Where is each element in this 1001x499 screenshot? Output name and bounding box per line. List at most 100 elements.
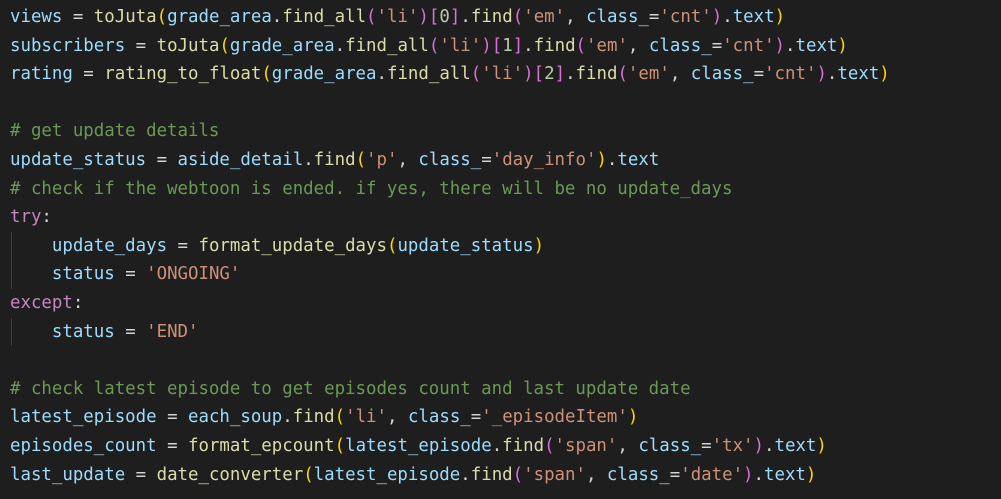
code-token: ( — [386, 235, 398, 256]
code-token: date_converter — [156, 464, 304, 485]
code-token: . — [303, 149, 314, 170]
code-token: 'cnt' — [764, 64, 817, 85]
code-token: , — [627, 35, 649, 56]
code-token: ( — [261, 64, 272, 85]
code-token: views — [10, 7, 63, 27]
code-line[interactable]: ​ — [10, 89, 890, 118]
code-token: 'END' — [146, 321, 199, 342]
code-token: aside_detail — [177, 149, 304, 170]
code-token: ( — [219, 35, 230, 56]
code-line[interactable]: views = toJuta(grade_area.find_all('li')… — [10, 3, 890, 32]
code-token: . — [460, 7, 471, 27]
code-token: text — [764, 464, 806, 485]
code-token: find — [470, 464, 513, 485]
code-token: 'cnt' — [659, 7, 712, 27]
code-token: 'em' — [586, 35, 628, 56]
code-line[interactable]: last_update = date_converter(latest_epis… — [10, 461, 890, 490]
code-token: # get update details — [10, 121, 220, 142]
code-line[interactable]: except: — [10, 289, 890, 318]
code-token: class_ — [418, 149, 482, 170]
code-token: ) — [533, 235, 545, 256]
code-line[interactable]: latest_episode = each_soup.find('li', cl… — [10, 403, 890, 432]
code-area[interactable]: views = toJuta(grade_area.find_all('li')… — [10, 3, 890, 489]
code-token: = — [114, 264, 147, 285]
code-token: 'date' — [680, 464, 744, 485]
code-token: find — [575, 64, 618, 85]
code-token: ) — [879, 64, 890, 85]
code-token: 'tx' — [711, 435, 754, 456]
code-token: [ — [491, 35, 503, 56]
code-token: 0 — [439, 7, 450, 27]
code-token: . — [785, 35, 796, 56]
code-token: ) — [837, 35, 848, 56]
code-line[interactable]: episodes_count = format_epcount(latest_e… — [10, 432, 890, 461]
code-token: # check if the webtoon is ended. if yes,… — [10, 178, 733, 199]
code-token: : — [41, 207, 52, 228]
code-token: update_status — [10, 149, 147, 170]
code-line[interactable]: update_status = aside_detail.find('p', c… — [10, 146, 890, 175]
code-editor[interactable]: views = toJuta(grade_area.find_all('li')… — [0, 0, 1001, 499]
code-token: 'p' — [366, 149, 398, 170]
code-token: last_update — [10, 464, 126, 485]
code-token: class_ — [407, 407, 471, 428]
code-token: text — [837, 64, 880, 85]
code-token: ) — [596, 149, 607, 170]
code-token: ) — [816, 435, 827, 456]
code-token: . — [753, 464, 765, 485]
code-line[interactable]: rating = rating_to_float(grade_area.find… — [10, 60, 890, 89]
code-line[interactable]: # get update details — [10, 117, 890, 146]
code-token: 'day_info' — [491, 149, 597, 170]
code-token: = — [669, 464, 681, 485]
code-token: find_all — [282, 7, 367, 27]
code-token: ) — [774, 35, 786, 56]
code-token: = — [114, 321, 147, 342]
code-token: ( — [575, 35, 587, 56]
code-line[interactable]: update_days = format_update_days(update_… — [10, 231, 890, 261]
code-token: grade_area — [271, 64, 377, 85]
code-line[interactable]: try: — [10, 203, 890, 232]
code-line[interactable]: # check if the webtoon is ended. if yes,… — [10, 175, 890, 204]
code-token: = — [72, 64, 105, 85]
code-token: 'em' — [523, 7, 566, 27]
code-token: ( — [544, 435, 555, 456]
code-line[interactable]: subscribers = toJuta(grade_area.find_all… — [10, 32, 890, 61]
code-token: 'span' — [554, 435, 618, 456]
code-token: text — [774, 435, 817, 456]
code-token: each_soup — [188, 407, 283, 428]
code-token: find — [533, 35, 576, 56]
code-token: . — [271, 7, 283, 27]
code-token: class_ — [606, 464, 670, 485]
code-token: . — [334, 35, 346, 56]
code-line[interactable]: ​ — [10, 346, 890, 375]
indent-guide — [11, 231, 12, 261]
code-token: , — [397, 149, 419, 170]
code-token: format_update_days — [198, 235, 387, 256]
code-token: = — [156, 407, 189, 428]
code-line[interactable]: # check latest episode to get episodes c… — [10, 375, 890, 404]
code-token: = — [156, 435, 189, 456]
code-token: . — [722, 7, 733, 27]
code-line[interactable]: status = 'END' — [10, 317, 890, 347]
code-line[interactable]: status = 'ONGOING' — [10, 260, 890, 289]
code-token: 1 — [502, 35, 513, 56]
code-token: . — [282, 407, 293, 428]
code-token: ) — [805, 464, 817, 485]
code-token: = — [648, 7, 660, 27]
code-token: class_ — [690, 64, 754, 85]
code-token: try — [10, 207, 42, 228]
code-token: ) — [816, 64, 827, 85]
code-token: , — [585, 464, 607, 485]
code-token: ] — [512, 35, 524, 56]
code-token: grade_area — [229, 35, 335, 56]
code-token: = — [711, 35, 723, 56]
code-token: find — [313, 149, 356, 170]
code-token: ) — [418, 7, 429, 27]
code-token: , — [617, 435, 639, 456]
code-token: 'cnt' — [722, 35, 775, 56]
code-token: 'ONGOING' — [146, 264, 241, 285]
code-token: class_ — [586, 7, 649, 27]
code-token: . — [376, 64, 387, 85]
indent-guide — [11, 317, 12, 347]
